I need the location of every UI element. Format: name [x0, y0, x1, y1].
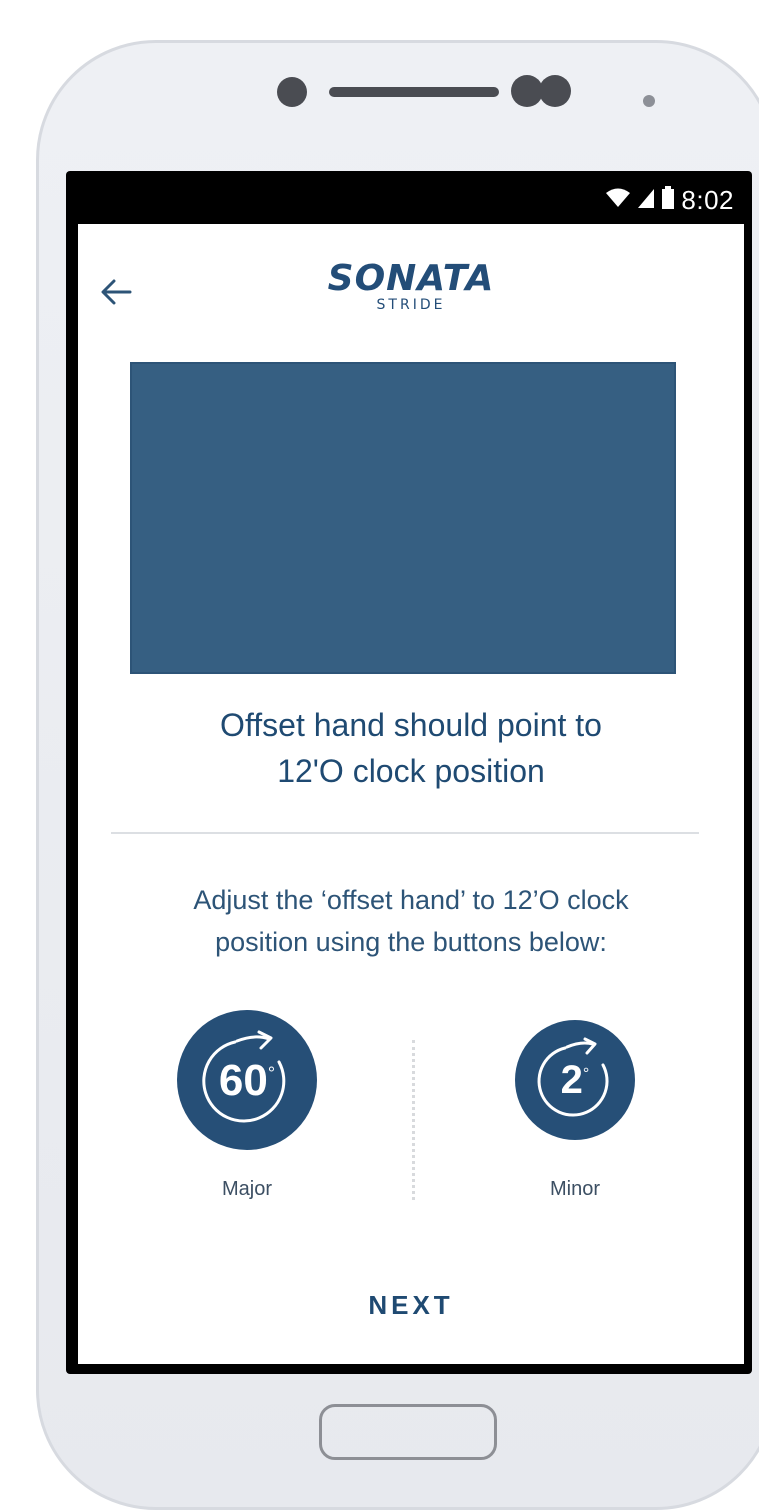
instruction-line-1: Adjust the ‘offset hand’ to 12’O clock: [193, 885, 629, 915]
title-line-1: Offset hand should point to: [220, 707, 602, 743]
minor-label: Minor: [549, 1178, 600, 1200]
home-button[interactable]: [319, 1404, 497, 1460]
brand-logo: SONATA STRIDE: [78, 258, 744, 313]
wifi-icon: [605, 187, 631, 214]
title-line-2: 12'O clock position: [277, 753, 545, 789]
next-button[interactable]: NEXT: [78, 1290, 744, 1321]
minor-value: 2: [560, 1058, 583, 1102]
minor-unit: °: [582, 1065, 590, 1083]
knob-separator: [412, 1040, 415, 1200]
signal-icon: [637, 187, 655, 214]
major-label: Major: [221, 1178, 272, 1200]
minor-adjust-button[interactable]: 2°: [515, 1020, 635, 1140]
proximity-sensor: [643, 95, 655, 107]
watch-illustration-placeholder: [130, 362, 676, 674]
logo-subtext: STRIDE: [376, 297, 446, 313]
battery-icon: [661, 185, 675, 215]
app-screen: SONATA STRIDE Offset hand should point t…: [78, 224, 744, 1364]
section-divider: [111, 832, 699, 834]
status-bar: 8:02: [78, 176, 744, 224]
instruction-line-2: position using the buttons below:: [215, 927, 607, 957]
major-value: 60: [218, 1056, 268, 1105]
front-camera-dot: [277, 77, 307, 107]
status-time: 8:02: [681, 184, 734, 215]
major-adjust-button[interactable]: 60°: [177, 1010, 317, 1150]
logo-wordmark: SONATA: [327, 258, 495, 299]
page-title: Offset hand should point to 12'O clock p…: [78, 702, 744, 794]
instruction-text: Adjust the ‘offset hand’ to 12’O clock p…: [78, 879, 744, 963]
sensor-dot-right: [539, 75, 571, 107]
major-unit: °: [267, 1063, 276, 1084]
earpiece-speaker: [329, 87, 499, 97]
